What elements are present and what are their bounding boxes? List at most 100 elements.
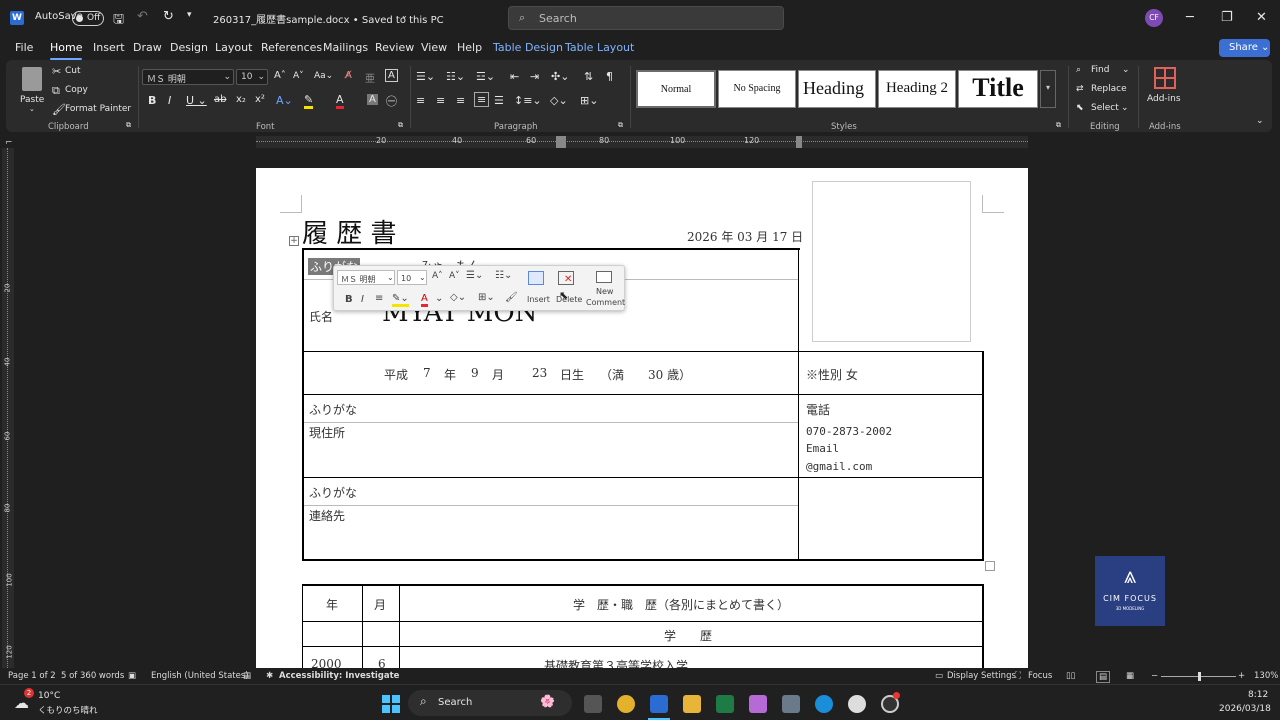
windows-start-icon[interactable] <box>382 695 400 713</box>
tab-review[interactable]: Review <box>375 41 414 54</box>
email-value[interactable]: @gmail.com <box>806 460 872 473</box>
justify-icon[interactable]: ≡ <box>474 92 490 107</box>
search-input[interactable]: ⌕ Search <box>508 6 784 30</box>
language[interactable]: English (United States) <box>151 671 249 681</box>
paste-button[interactable]: Paste ⌄ <box>16 65 50 117</box>
decrease-indent-icon[interactable]: ⇤ <box>510 70 519 83</box>
change-case-icon[interactable]: Aa⌄ <box>314 71 333 81</box>
add-ins-button[interactable]: Add-ins <box>1146 65 1186 117</box>
shading-icon[interactable]: ◇⌄ <box>450 292 466 303</box>
asian-layout-icon[interactable]: ✣⌄ <box>551 70 569 83</box>
shrink-font-icon[interactable]: A˅ <box>449 271 460 281</box>
format-painter-icon[interactable]: 🖌 <box>505 292 518 303</box>
dialog-launcher-icon[interactable]: ⧉ <box>1056 121 1061 130</box>
task-view-icon[interactable] <box>584 695 602 713</box>
mini-insert-button[interactable]: Insert <box>524 268 552 308</box>
font-size-combo[interactable]: 10 ⌄ <box>236 69 268 85</box>
tab-home[interactable]: Home <box>50 41 83 60</box>
maximize-icon[interactable]: ❐ <box>1221 10 1233 25</box>
tab-mailings[interactable]: Mailings <box>323 41 368 54</box>
align-center-icon[interactable]: ≡ <box>436 94 445 107</box>
tab-layout[interactable]: Layout <box>215 41 252 54</box>
tab-design[interactable]: Design <box>170 41 208 54</box>
mini-font-size-combo[interactable]: 10 ⌄ <box>397 270 427 285</box>
zoom-slider-thumb[interactable] <box>1198 672 1201 681</box>
autosave-toggle[interactable]: Off <box>72 11 104 26</box>
show-formatting-icon[interactable]: ¶ <box>606 70 613 83</box>
distributed-icon[interactable]: ☰ <box>494 94 504 107</box>
focus-mode[interactable]: Focus <box>1028 671 1052 681</box>
horizontal-ruler[interactable]: 20 40 60 80 100 120 <box>256 136 1028 148</box>
subscript-icon[interactable]: x₂ <box>236 94 246 105</box>
underline-icon[interactable]: U ⌄ <box>186 94 207 107</box>
tab-insert[interactable]: Insert <box>93 41 125 54</box>
italic-icon[interactable]: I <box>361 294 364 305</box>
multilevel-list-icon[interactable]: ☲⌄ <box>476 70 495 83</box>
dialog-launcher-icon[interactable]: ⧉ <box>398 121 403 130</box>
zoom-level[interactable]: 130% <box>1254 671 1278 681</box>
tab-references[interactable]: References <box>261 41 322 54</box>
phonetic-guide-icon[interactable]: 亜 <box>365 70 375 85</box>
center-icon[interactable]: ≡ <box>375 293 383 304</box>
birth-day[interactable]: 23 <box>532 366 547 380</box>
collapse-ribbon-icon[interactable]: ⌄ <box>1256 116 1264 126</box>
word-count[interactable]: 5 of 360 words <box>61 671 124 681</box>
vertical-ruler[interactable]: 20 40 60 80 100 120 <box>2 148 14 668</box>
text-effects-icon[interactable]: A⌄ <box>276 94 293 107</box>
indent-marker[interactable] <box>556 136 566 148</box>
history-row-month[interactable]: 6 <box>378 657 386 668</box>
web-layout-icon[interactable]: ▦ <box>1126 671 1134 681</box>
sort-icon[interactable]: ⇅ <box>584 70 593 83</box>
photo-box[interactable] <box>812 181 971 342</box>
history-row-text[interactable]: 基礎教育第３高等学校入学 <box>544 657 688 668</box>
copilot-icon[interactable] <box>749 695 767 713</box>
proofing-icon[interactable]: ▣ <box>128 671 136 681</box>
numbering-icon[interactable]: ☷⌄ <box>446 70 465 83</box>
highlight-icon[interactable]: ✎⌄ <box>392 293 409 307</box>
calculator-icon[interactable] <box>782 695 800 713</box>
style-normal[interactable]: Normal <box>636 70 716 108</box>
bold-icon[interactable]: B <box>148 94 156 107</box>
style-heading-1[interactable]: Heading <box>798 70 876 108</box>
line-spacing-icon[interactable]: ↕≡⌄ <box>514 94 542 107</box>
tab-view[interactable]: View <box>421 41 447 54</box>
style-heading-2[interactable]: Heading 2 <box>878 70 956 108</box>
clear-formatting-icon[interactable]: A̸ <box>345 70 352 81</box>
chrome-icon[interactable] <box>617 695 635 713</box>
predictions-icon[interactable]: ▤ <box>243 671 251 681</box>
character-shading-icon[interactable]: A <box>367 94 378 105</box>
shrink-font-icon[interactable]: A˅ <box>293 71 304 81</box>
chevron-down-icon[interactable]: ⌄ <box>435 293 443 304</box>
borders-icon[interactable]: ⊞⌄ <box>580 94 598 107</box>
zoom-in-icon[interactable]: + <box>1238 671 1245 681</box>
character-border-icon[interactable]: A <box>385 69 398 82</box>
superscript-icon[interactable]: x² <box>255 94 265 105</box>
weather-text[interactable]: くもりのち晴れ <box>38 704 98 716</box>
bullets-icon[interactable]: ☰⌄ <box>466 270 483 281</box>
dialog-launcher-icon[interactable]: ⧉ <box>126 121 131 130</box>
print-layout-icon[interactable]: ▤ <box>1096 671 1111 683</box>
chevron-down-icon[interactable]: ⌄ <box>401 11 408 20</box>
edge-icon[interactable] <box>815 695 833 713</box>
read-mode-icon[interactable]: ▯▯ <box>1066 671 1075 681</box>
close-icon[interactable]: ✕ <box>1256 10 1267 25</box>
highlight-icon[interactable]: ✎ <box>304 93 314 109</box>
table-move-handle-icon[interactable]: + <box>289 236 299 246</box>
gender-text[interactable]: ※性別 女 <box>806 366 858 383</box>
align-right-icon[interactable]: ≡ <box>456 94 465 107</box>
accessibility-status[interactable]: Accessibility: Investigate <box>279 671 399 681</box>
tab-help[interactable]: Help <box>457 41 482 54</box>
style-title[interactable]: Title <box>958 70 1038 108</box>
font-color-icon[interactable]: A <box>421 293 428 307</box>
tab-selector-icon[interactable]: ⌐ <box>5 138 13 148</box>
birth-year[interactable]: 7 <box>423 366 431 380</box>
mini-font-name-combo[interactable]: ＭＳ 明朝 ⌄ <box>337 270 395 285</box>
dialog-launcher-icon[interactable]: ⧉ <box>618 121 623 130</box>
borders-icon[interactable]: ⊞⌄ <box>478 292 495 303</box>
enclose-characters-icon[interactable]: ㊀ <box>386 93 397 109</box>
excel-icon[interactable] <box>716 695 734 713</box>
undo-icon[interactable]: ↶ <box>137 9 148 24</box>
shading-icon[interactable]: ◇⌄ <box>550 94 568 107</box>
bullets-icon[interactable]: ☰⌄ <box>416 70 435 83</box>
italic-icon[interactable]: I <box>168 94 171 107</box>
